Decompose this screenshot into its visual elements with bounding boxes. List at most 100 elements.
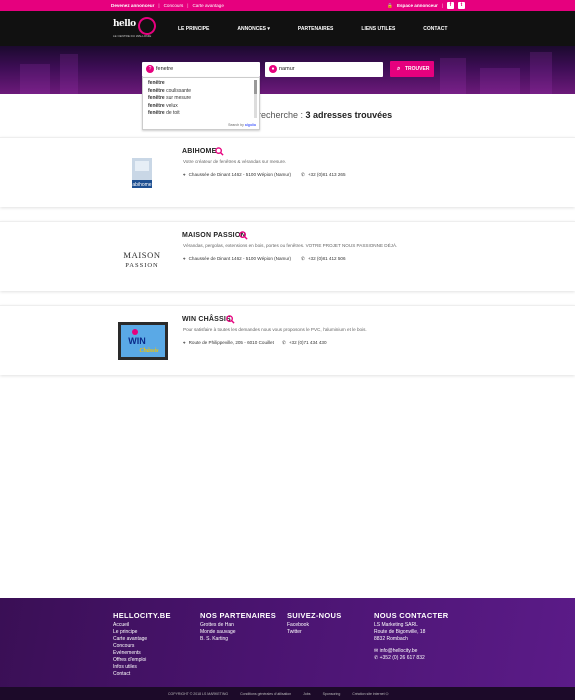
cgu-link[interactable]: Conditions générales d'utilisation	[240, 692, 291, 696]
listing-card: WIN Châssis WIN CHÂSSIS Pour satisfaire …	[0, 305, 575, 375]
svg-text:PASSION: PASSION	[125, 262, 159, 269]
abihome-logo[interactable]: abihome	[120, 155, 164, 195]
devenez-annonceur-link[interactable]: Devenez annonceur	[111, 3, 154, 8]
footer-link[interactable]: Carte avantage	[113, 636, 171, 643]
autocomplete-scrollbar[interactable]	[254, 80, 257, 118]
facebook-icon[interactable]: f	[447, 2, 454, 9]
lock-icon: 🔒	[387, 2, 393, 8]
jobs-link[interactable]: Jobs	[303, 692, 310, 696]
results-count: 3 adresses trouvées	[305, 110, 393, 120]
concours-link[interactable]: Concours	[164, 3, 184, 8]
phone-icon: ✆	[282, 340, 286, 345]
svg-text:abihome: abihome	[132, 182, 151, 188]
footer-link[interactable]: Monde sauvage	[200, 629, 276, 636]
listing-phone[interactable]: ✆ +32 (0)81 412 506	[301, 256, 346, 262]
footer-heading: SUIVEZ-NOUS	[287, 611, 342, 620]
contact-phone[interactable]: ✆ +352 (0) 26 617 832	[374, 655, 448, 662]
autocomplete-dropdown: fenêtre fenêtre coulissante fenêtre sur …	[142, 77, 260, 130]
win-chassis-logo[interactable]: WIN Châssis	[118, 322, 168, 360]
listing-name[interactable]: ABIHOME	[182, 148, 216, 155]
svg-text:WIN: WIN	[128, 336, 146, 346]
location-pin-icon: ⌖	[183, 256, 186, 261]
svg-text:Châssis: Châssis	[139, 348, 159, 354]
footer-link[interactable]: Infos utiles	[113, 664, 171, 671]
svg-text:MAISON: MAISON	[123, 250, 160, 260]
footer-col-suivez: SUIVEZ-NOUS Facebook Twitter	[287, 612, 342, 636]
listing-description: Votre créateur de fenêtres & vérandas su…	[183, 159, 287, 164]
listing-card: abihome ABIHOME Votre créateur de fenêtr…	[0, 137, 575, 207]
twitter-link[interactable]: Twitter	[287, 629, 342, 636]
listing-name[interactable]: MAISON PASSION	[182, 232, 246, 239]
footer-col-contact: NOUS CONTACTER LS Marketing SARL Route d…	[374, 612, 448, 662]
footer-col-partenaires: NOS PARTENAIRES Grottes de Han Monde sau…	[200, 612, 276, 643]
footer: HELLOCITY.BE Accueil Le principe Carte a…	[0, 598, 575, 687]
what-search-input[interactable]: ? fenetre	[142, 62, 260, 77]
maison-passion-logo[interactable]: MAISON PASSION	[120, 241, 164, 281]
location-pin-icon: ⌖	[183, 172, 186, 177]
where-search-input[interactable]: ● namur	[265, 62, 383, 77]
nav-item-partenaires[interactable]: PARTENAIRES	[298, 26, 333, 32]
search-icon[interactable]	[226, 315, 235, 324]
location-pin-icon: ⌖	[183, 340, 186, 345]
what-search-value: fenetre	[156, 66, 174, 72]
listing-description: Vérandas, pergolas, extensions en bois, …	[183, 243, 398, 248]
main-nav: hello LE CENTRE DU WALLONIE LE PRINCIPE …	[0, 11, 575, 46]
twitter-icon[interactable]: t	[458, 2, 465, 9]
footer-link[interactable]: Le principe	[113, 629, 171, 636]
carte-avantage-link[interactable]: Carte avantage	[192, 3, 223, 8]
where-search-value: namur	[279, 66, 295, 72]
listing-address: ⌖ Chaussée de Dinant 1462 - 5100 Wépion (…	[183, 172, 291, 177]
footer-col-hellocity: HELLOCITY.BE Accueil Le principe Carte a…	[113, 612, 171, 678]
nav-item-contact[interactable]: CONTACT	[423, 26, 447, 32]
footer-link[interactable]: Concours	[113, 643, 171, 650]
suggestion-item[interactable]: fenêtre de toit	[148, 110, 180, 116]
footer-link[interactable]: Grottes de Han	[200, 622, 276, 629]
suggestion-item[interactable]: fenêtre	[148, 80, 165, 86]
search-icon: ⌕	[397, 66, 401, 72]
contact-line: LS Marketing SARL	[374, 622, 418, 628]
listing-card: MAISON PASSION MAISON PASSION Vérandas, …	[0, 221, 575, 291]
espace-annonceur-link[interactable]: Espace annonceur	[397, 3, 438, 8]
search-icon[interactable]	[239, 231, 248, 240]
listing-phone[interactable]: ✆ +32 (0)71 434 430	[282, 340, 327, 346]
question-icon: ?	[146, 65, 154, 73]
footer-link[interactable]: Contact	[113, 671, 171, 678]
footer-link[interactable]: Accueil	[113, 622, 171, 629]
mail-icon: ✉	[374, 648, 379, 654]
site-logo[interactable]: hello LE CENTRE DU WALLONIE	[110, 14, 160, 41]
contact-email[interactable]: ✉ info@hellocity.be	[374, 648, 448, 655]
logo-subtitle: LE CENTRE DU WALLONIE	[113, 34, 152, 38]
contact-line: Route de Bigonville, 18	[374, 629, 426, 635]
listing-phone[interactable]: ✆ +32 (0)81 413 265	[301, 172, 346, 178]
trouver-button[interactable]: ⌕ TROUVER	[390, 61, 434, 77]
listing-address: ⌖ Route de Philippeville, 205 - 6010 Coui…	[183, 340, 274, 345]
nav-item-liens-utiles[interactable]: LIENS UTILES	[361, 26, 395, 32]
search-icon[interactable]	[215, 147, 224, 156]
suggestion-item[interactable]: fenêtre sur mesure	[148, 95, 191, 101]
listing-name[interactable]: WIN CHÂSSIS	[182, 316, 231, 323]
suggestion-item[interactable]: fenêtre velux	[148, 103, 178, 109]
algolia-badge: Search by algolia	[228, 123, 256, 127]
footer-link[interactable]: B. S. Karting	[200, 636, 276, 643]
trouver-label: TROUVER	[405, 66, 430, 72]
phone-icon: ✆	[374, 655, 379, 661]
results-summary: recherche : 3 adresses trouvées	[258, 110, 393, 120]
footer-link[interactable]: Evénements	[113, 650, 171, 657]
top-bar: Devenez annonceur | Concours | Carte ava…	[0, 0, 575, 11]
contact-line: 8832 Rombach	[374, 636, 408, 642]
logo-text: hello	[113, 19, 136, 29]
phone-icon: ✆	[301, 172, 305, 177]
footer-heading: NOS PARTENAIRES	[200, 611, 277, 620]
footer-heading: NOUS CONTACTER	[374, 611, 449, 620]
listing-address: ⌖ Chaussée de Dinant 1462 - 5100 Wépion (…	[183, 256, 291, 261]
creation-site-link[interactable]: Création site internet ⏻	[352, 692, 388, 696]
bottom-bar: COPYRIGHT © 2018 LS MARKETING Conditions…	[0, 687, 575, 700]
suggestion-item[interactable]: fenêtre coulissante	[148, 88, 191, 94]
power-icon: ⏻	[385, 692, 389, 696]
sponsoring-link[interactable]: Sponsoring	[323, 692, 341, 696]
nav-item-annonces[interactable]: ANNONCES ▾	[237, 26, 270, 32]
footer-link[interactable]: Offres d'emploi	[113, 657, 171, 664]
facebook-link[interactable]: Facebook	[287, 622, 342, 629]
listing-description: Pour satisfaire à toutes les demandes no…	[183, 327, 367, 332]
nav-item-le-principe[interactable]: LE PRINCIPE	[178, 26, 209, 32]
